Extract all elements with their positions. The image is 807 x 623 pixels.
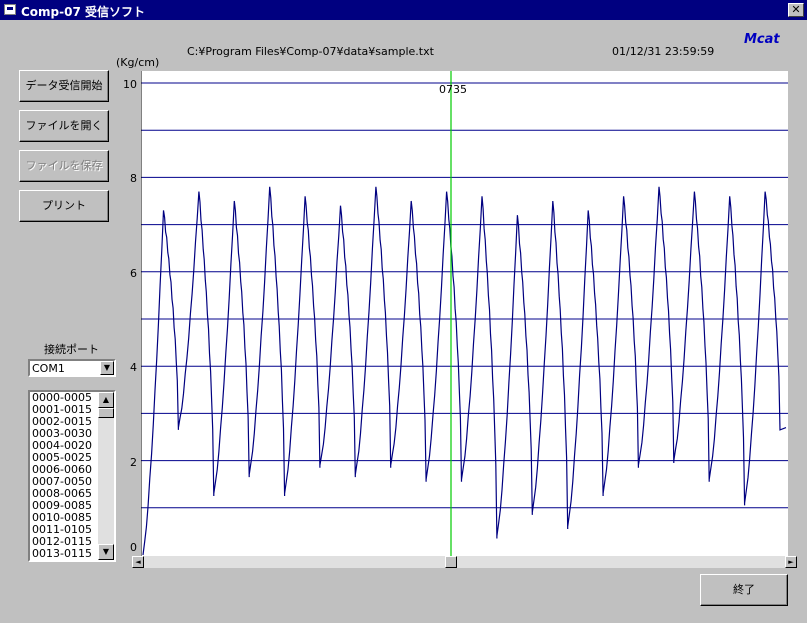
close-button[interactable]: ✕ <box>788 3 804 17</box>
port-list-items: 0000-0005 0001-0015 0002-0015 0003-0030 0004… <box>32 392 92 560</box>
open-file-button[interactable]: ファイルを開く <box>19 110 109 142</box>
y-tick-label: 10 <box>123 78 137 91</box>
scroll-left-icon[interactable]: ◄ <box>132 556 144 568</box>
y-tick-label: 4 <box>130 361 137 374</box>
timestamp: 01/12/31 23:59:59 <box>612 45 715 58</box>
window-title: Comp-07 受信ソフト <box>21 5 146 19</box>
waveform-chart[interactable]: 0735 <box>141 71 788 557</box>
hscroll-thumb[interactable] <box>445 556 457 568</box>
chevron-down-icon[interactable]: ▼ <box>100 361 114 375</box>
scroll-thumb[interactable] <box>98 408 114 418</box>
file-path: C:¥Program Files¥Comp-07¥data¥sample.txt <box>187 45 434 58</box>
title-bar: Comp-07 受信ソフト ✕ <box>0 0 807 20</box>
port-list-scrollbar[interactable]: ▲ ▼ <box>98 392 114 560</box>
scroll-right-icon[interactable]: ► <box>785 556 797 568</box>
port-select[interactable]: COM1 ▼ <box>28 359 116 377</box>
chart-hscrollbar[interactable]: ◄ ► <box>132 556 797 568</box>
port-list[interactable]: 0000-0005 0001-0015 0002-0015 0003-0030 0004… <box>28 390 116 562</box>
plot-area <box>141 71 788 557</box>
brand-logo: Mcat <box>744 32 780 47</box>
y-unit-label: (Kg/cm) <box>116 56 160 69</box>
app-icon[interactable] <box>4 4 16 15</box>
port-select-value: COM1 <box>32 362 65 375</box>
y-tick-label: 8 <box>130 172 137 185</box>
y-tick-label: 2 <box>130 456 137 469</box>
start-receive-button[interactable]: データ受信開始 <box>19 70 109 102</box>
y-tick-label: 0 <box>130 541 137 554</box>
exit-button[interactable]: 終了 <box>700 574 788 606</box>
scroll-down-icon[interactable]: ▼ <box>98 544 114 560</box>
save-file-button[interactable]: ファイルを保存 <box>19 150 109 182</box>
print-button[interactable]: プリント <box>19 190 109 222</box>
scroll-up-icon[interactable]: ▲ <box>98 392 114 408</box>
cursor-label: 0735 <box>439 83 467 96</box>
y-tick-label: 6 <box>130 267 137 280</box>
port-label: 接続ポート <box>44 343 99 356</box>
port-list-item[interactable]: 0013-0115 <box>32 548 92 560</box>
